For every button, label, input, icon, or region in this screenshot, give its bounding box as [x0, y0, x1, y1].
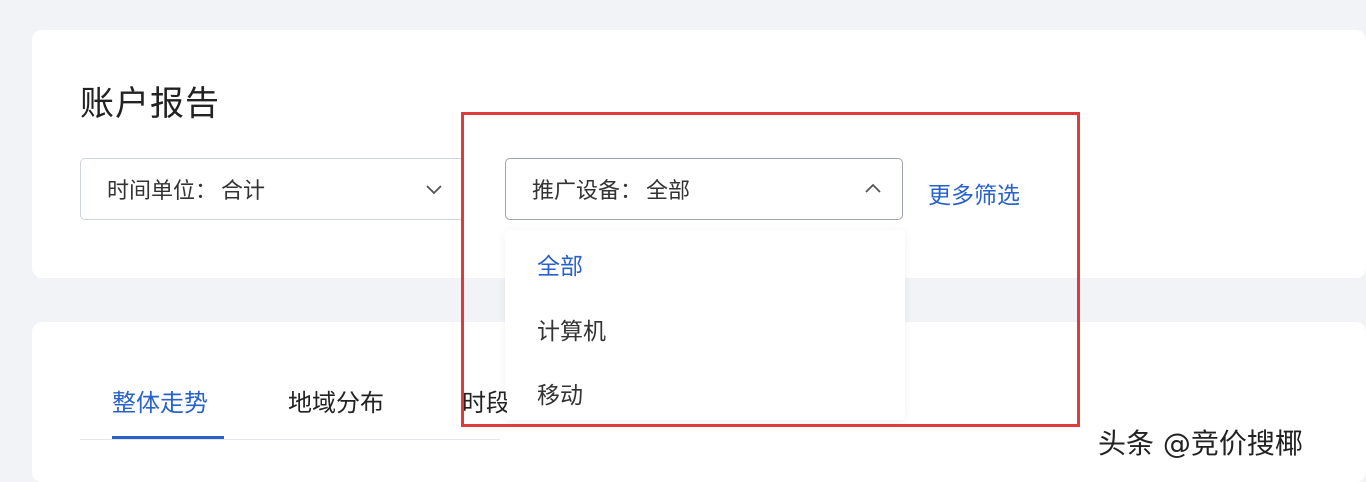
tab-region-distribution[interactable]: 地域分布	[288, 383, 384, 418]
tabs-divider	[80, 439, 500, 440]
time-unit-value: 合计	[221, 179, 266, 204]
active-tab-indicator	[112, 436, 224, 439]
time-unit-label: 时间单位：	[107, 179, 218, 204]
watermark: 头条 @竞价搜椰	[1098, 427, 1303, 460]
highlight-annotation-box	[461, 112, 1080, 427]
tab-overall-trend[interactable]: 整体走势	[112, 383, 208, 418]
page-title: 账户报告	[80, 84, 220, 124]
time-unit-select[interactable]: 时间单位： 合计	[80, 158, 464, 220]
chevron-down-icon	[426, 185, 442, 195]
